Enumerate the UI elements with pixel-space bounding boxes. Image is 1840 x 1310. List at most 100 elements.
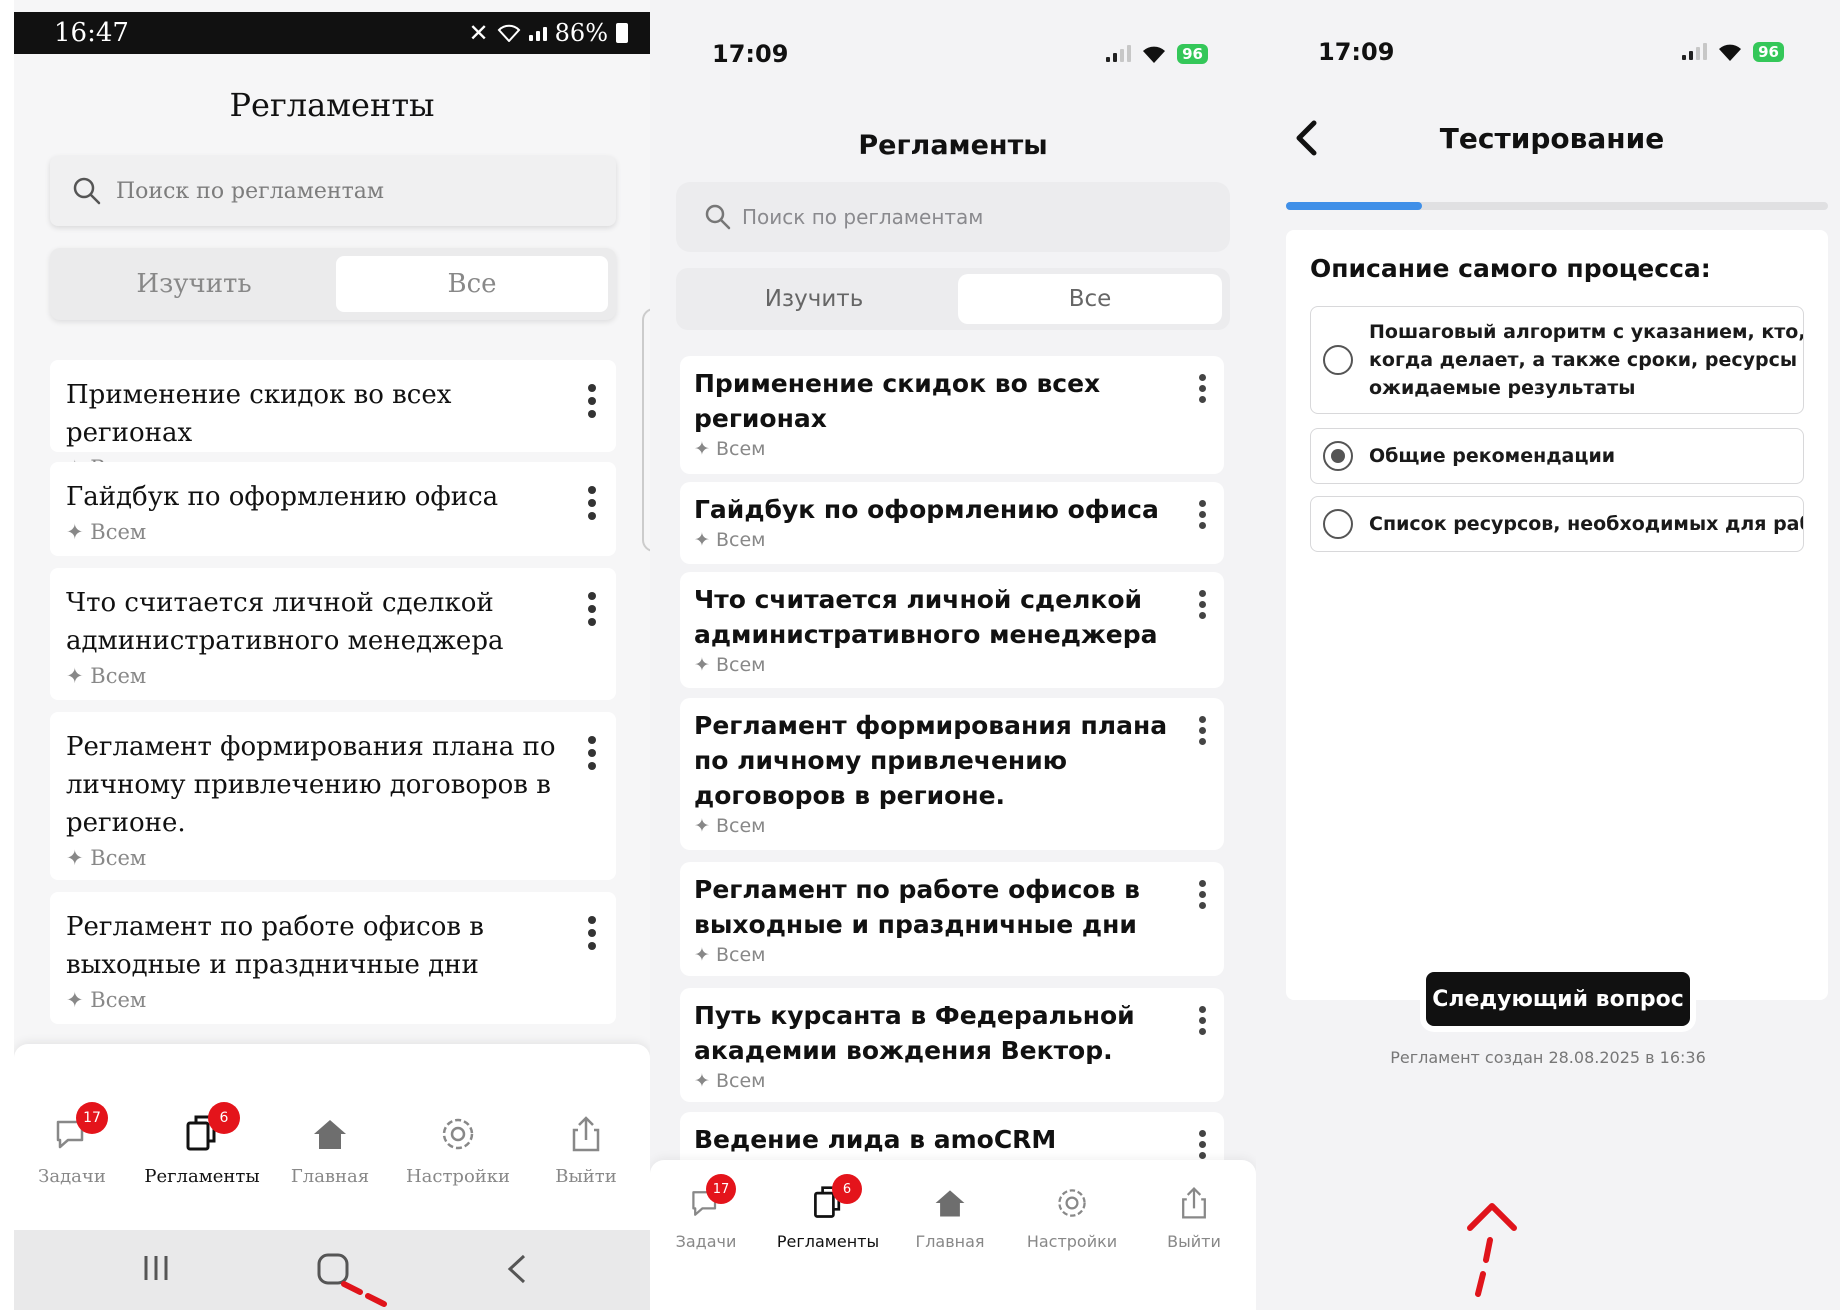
documents-icon: 6 [142, 1102, 262, 1158]
screen-ios-regulations: 17:09 96 Регламенты Поиск по регламентам… [650, 0, 1256, 1310]
battery-icon: 96 [1753, 42, 1784, 62]
answer-option[interactable]: Список ресурсов, необходимых для работ [1310, 496, 1804, 552]
wifi-icon [1717, 42, 1743, 62]
search-input[interactable]: Поиск по регламентам [50, 156, 616, 226]
item-title: Гайдбук по оформлению офиса [66, 482, 499, 512]
mute-icon: ✕ [468, 19, 489, 47]
more-icon[interactable] [1199, 1006, 1206, 1035]
screen-ios-testing: 17:09 96 Тестирование Описание самого пр… [1256, 0, 1840, 1310]
more-icon[interactable] [1199, 500, 1206, 529]
recents-icon[interactable] [140, 1252, 172, 1288]
nav-label: Выйти [1167, 1232, 1221, 1251]
item-title: Применение скидок во всех регионах [694, 369, 1101, 433]
search-placeholder: Поиск по регламентам [116, 178, 384, 204]
more-icon[interactable] [1199, 590, 1206, 619]
signal-icon [1106, 45, 1132, 62]
more-icon[interactable] [588, 736, 596, 770]
more-icon[interactable] [1199, 716, 1206, 745]
nav-label: Настройки [405, 1166, 511, 1187]
more-icon[interactable] [588, 592, 596, 626]
answer-option[interactable]: Общие рекомендации [1310, 428, 1804, 484]
nav-tasks[interactable]: 17 Задачи [650, 1174, 766, 1251]
chat-icon: 17 [14, 1102, 132, 1158]
list-item[interactable]: Путь курсанта в Федеральной академии вож… [680, 988, 1224, 1102]
nav-settings[interactable]: Настройки [398, 1110, 518, 1187]
more-icon[interactable] [1199, 880, 1206, 909]
nav-logout[interactable]: Выйти [526, 1110, 646, 1187]
list-item[interactable]: Что считается личной сделкой администрат… [680, 572, 1224, 688]
more-icon[interactable] [588, 486, 596, 520]
nav-badge: 17 [706, 1174, 736, 1204]
item-title: Что считается личной сделкой администрат… [66, 588, 504, 656]
list-item[interactable]: Гайдбук по оформлению офиса ✦ Всем [680, 482, 1224, 564]
tab-study[interactable]: Изучить [682, 274, 946, 324]
status-time: 17:09 [712, 40, 789, 68]
list-item[interactable]: Регламент по работе офисов в выходные и … [50, 892, 616, 1024]
more-icon[interactable] [1199, 1130, 1206, 1159]
status-icons: 96 [1106, 44, 1208, 64]
nav-settings[interactable]: Настройки [1012, 1180, 1132, 1251]
item-title: Что считается личной сделкой администрат… [694, 585, 1158, 649]
option-text: Список ресурсов, необходимых для работ [1369, 513, 1804, 535]
list-item[interactable]: Гайдбук по оформлению офиса ✦ Всем [50, 462, 616, 556]
item-audience: ✦ Всем [66, 988, 147, 1012]
nav-badge: 6 [832, 1174, 862, 1204]
nav-label: Задачи [675, 1232, 737, 1251]
signal-icon [1682, 43, 1708, 60]
list-item[interactable]: Регламент формирования плана по личному … [680, 698, 1224, 850]
list-item[interactable]: Что считается личной сделкой администрат… [50, 568, 616, 700]
item-audience: ✦ Всем [66, 664, 147, 688]
home-icon [270, 1110, 390, 1158]
more-icon[interactable] [588, 916, 596, 950]
item-title: Применение скидок во всех регионах [66, 380, 452, 448]
chevron-left-icon [1294, 119, 1318, 161]
radio-button[interactable] [1323, 345, 1353, 375]
list-item[interactable]: Регламент формирования плана по личному … [50, 712, 616, 880]
signal-icon [528, 25, 547, 41]
search-input[interactable]: Поиск по регламентам [676, 182, 1230, 252]
back-icon[interactable] [502, 1252, 532, 1290]
radio-button[interactable] [1323, 441, 1353, 471]
list-item[interactable]: Применение скидок во всех регионах ✦ Все… [50, 360, 616, 480]
nav-regulations[interactable]: 6 Регламенты [142, 1102, 262, 1187]
share-icon [526, 1110, 646, 1158]
share-icon [1134, 1180, 1254, 1226]
item-audience: ✦ Всем [694, 654, 766, 676]
item-title: Гайдбук по оформлению офиса [694, 495, 1159, 524]
chat-icon: 17 [650, 1174, 766, 1226]
battery-icon: 96 [1177, 44, 1208, 64]
bottom-nav: 17 Задачи 6 Регламенты Главная Настройки [14, 1044, 650, 1230]
nav-home[interactable]: Главная [890, 1180, 1010, 1251]
bottom-nav: 17 Задачи 6 Регламенты Главная Настройки [650, 1160, 1256, 1310]
documents-icon: 6 [768, 1174, 888, 1226]
nav-logout[interactable]: Выйти [1134, 1180, 1254, 1251]
nav-regulations[interactable]: 6 Регламенты [768, 1174, 888, 1251]
tab-all[interactable]: Все [336, 256, 608, 312]
question-text: Описание самого процесса: [1310, 254, 1711, 283]
next-question-button[interactable]: Следующий вопрос [1426, 972, 1690, 1026]
answer-option[interactable]: Пошаговый алгоритм с указанием, кто, чт … [1310, 306, 1804, 414]
more-icon[interactable] [1199, 374, 1206, 403]
status-bar: 16:47 ✕ 86% [14, 12, 650, 54]
page-title: Регламенты [858, 130, 1048, 161]
search-placeholder: Поиск по регламентам [742, 205, 984, 229]
list-item[interactable]: Регламент по работе офисов в выходные и … [680, 862, 1224, 976]
tab-study[interactable]: Изучить [58, 256, 330, 312]
item-audience: ✦ Всем [694, 815, 766, 837]
item-audience: ✦ Всем [66, 520, 147, 544]
status-icons: ✕ 86% [469, 19, 628, 47]
gear-icon [398, 1110, 518, 1158]
nav-badge: 17 [76, 1102, 108, 1134]
nav-label: Выйти [555, 1166, 617, 1187]
search-icon [704, 203, 732, 231]
back-button[interactable] [1286, 118, 1326, 162]
nav-tasks[interactable]: 17 Задачи [14, 1102, 132, 1187]
item-audience: ✦ Всем [694, 438, 766, 460]
tab-all[interactable]: Все [958, 274, 1222, 324]
nav-home[interactable]: Главная [270, 1110, 390, 1187]
list-item[interactable]: Применение скидок во всех регионах ✦ Все… [680, 356, 1224, 474]
radio-button[interactable] [1323, 509, 1353, 539]
nav-label: Настройки [1026, 1232, 1118, 1251]
more-icon[interactable] [588, 384, 596, 418]
segmented-tabs: Изучить Все [676, 268, 1230, 330]
